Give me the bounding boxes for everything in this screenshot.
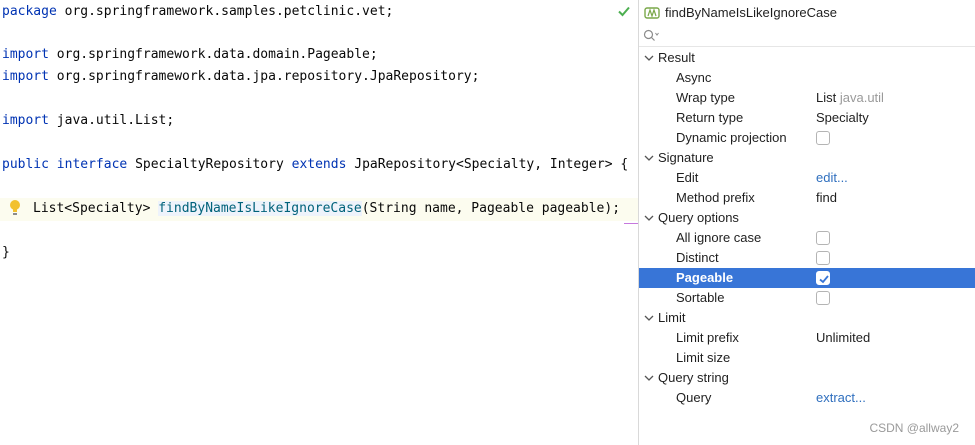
section-query-string[interactable]: Query string: [639, 368, 975, 388]
section-label: Query string: [658, 370, 729, 385]
keyword-public: public: [2, 157, 49, 172]
search-bar[interactable]: [639, 25, 975, 47]
inspection-ok-icon[interactable]: [617, 4, 631, 18]
property-label: Dynamic projection: [676, 130, 787, 145]
checkmark-icon: [819, 275, 829, 284]
section-label: Query options: [658, 210, 739, 225]
keyword-interface: interface: [56, 157, 128, 172]
property-label: Wrap type: [676, 90, 736, 105]
section-result[interactable]: Result: [639, 48, 975, 68]
return-type-value[interactable]: Specialty: [816, 108, 869, 128]
keyword-import: import: [2, 47, 49, 62]
property-label: Distinct: [676, 250, 719, 265]
keyword-package: package: [2, 4, 57, 19]
limit-prefix-value[interactable]: Unlimited: [816, 328, 870, 348]
panel-title: findByNameIsLikeIgnoreCase: [665, 5, 837, 20]
interface-parent: JpaRepository<Specialty, Integer> {: [346, 157, 629, 172]
distinct-checkbox[interactable]: [816, 251, 830, 265]
property-edit[interactable]: Edit edit...: [639, 168, 975, 188]
error-stripe-mark: [624, 223, 638, 224]
all-ignore-case-checkbox[interactable]: [816, 231, 830, 245]
method-prefix-value[interactable]: find: [816, 188, 837, 208]
property-label: Limit size: [676, 350, 731, 365]
keyword-import: import: [2, 113, 49, 128]
property-label: Query: [676, 390, 712, 405]
code-line-import-list[interactable]: import java.util.List;: [2, 110, 174, 132]
method-params: (String name, Pageable pageable);: [361, 201, 621, 216]
intention-bulb-icon[interactable]: [9, 199, 21, 217]
section-label: Limit: [658, 310, 686, 325]
property-all-ignore-case[interactable]: All ignore case: [639, 228, 975, 248]
method-properties-panel: findByNameIsLikeIgnoreCase Result Async …: [638, 0, 975, 445]
search-input[interactable]: [663, 26, 963, 45]
property-limit-size[interactable]: Limit size: [639, 348, 975, 368]
property-limit-prefix[interactable]: Limit prefix Unlimited: [639, 328, 975, 348]
property-return-type[interactable]: Return type Specialty: [639, 108, 975, 128]
code-line-package[interactable]: package org.springframework.samples.petc…: [2, 1, 393, 23]
property-value[interactable]: List java.util: [816, 88, 884, 108]
property-label: Pageable: [676, 270, 734, 285]
section-query-options[interactable]: Query options: [639, 208, 975, 228]
section-label: Signature: [658, 150, 714, 165]
edit-link[interactable]: edit...: [816, 168, 848, 188]
property-label: All ignore case: [676, 230, 762, 245]
property-tree[interactable]: Result Async Wrap type List java.util Re…: [639, 48, 975, 408]
method-icon: [644, 6, 660, 19]
property-label: Async: [676, 70, 712, 85]
keyword-import: import: [2, 69, 49, 84]
property-distinct[interactable]: Distinct: [639, 248, 975, 268]
property-label: Method prefix: [676, 190, 755, 205]
property-label: Sortable: [676, 290, 725, 305]
keyword-extends: extends: [291, 157, 347, 172]
property-label: Return type: [676, 110, 744, 125]
wrap-type-package: java.util: [839, 90, 884, 105]
chevron-down-icon[interactable]: [644, 53, 654, 63]
chevron-down-icon[interactable]: [644, 153, 654, 163]
sortable-checkbox[interactable]: [816, 291, 830, 305]
dynamic-projection-checkbox[interactable]: [816, 131, 830, 145]
property-method-prefix[interactable]: Method prefix find: [639, 188, 975, 208]
panel-header: findByNameIsLikeIgnoreCase: [639, 0, 975, 25]
pageable-checkbox[interactable]: [816, 271, 830, 285]
section-limit[interactable]: Limit: [639, 308, 975, 328]
chevron-down-icon[interactable]: [644, 373, 654, 383]
code-line-import-jparepository[interactable]: import org.springframework.data.jpa.repo…: [2, 66, 479, 88]
watermark: CSDN @allway2: [869, 421, 959, 435]
code-editor[interactable]: package org.springframework.samples.petc…: [0, 0, 638, 445]
closing-brace: }: [2, 245, 10, 260]
property-label: Limit prefix: [676, 330, 739, 345]
code-line-interface-decl[interactable]: public interface SpecialtyRepository ext…: [2, 154, 628, 176]
chevron-down-icon[interactable]: [644, 313, 654, 323]
code-line-closing-brace[interactable]: }: [2, 242, 10, 264]
import-path: org.springframework.data.domain.Pageable…: [48, 47, 378, 62]
section-signature[interactable]: Signature: [639, 148, 975, 168]
return-type: List<Specialty>: [33, 201, 159, 216]
chevron-down-icon[interactable]: [644, 213, 654, 223]
property-wrap-type[interactable]: Wrap type List java.util: [639, 88, 975, 108]
property-dynamic-projection[interactable]: Dynamic projection: [639, 128, 975, 148]
search-icon[interactable]: [643, 29, 659, 43]
extract-link[interactable]: extract...: [816, 388, 866, 408]
property-pageable[interactable]: Pageable: [639, 268, 975, 288]
import-path: org.springframework.data.jpa.repository.…: [48, 69, 480, 84]
package-name: org.springframework.samples.petclinic.ve…: [56, 4, 394, 19]
interface-name: SpecialtyRepository: [127, 157, 292, 172]
section-label: Result: [658, 50, 695, 65]
code-line-method-decl[interactable]: List<Specialty> findByNameIsLikeIgnoreCa…: [33, 198, 620, 220]
property-sortable[interactable]: Sortable: [639, 288, 975, 308]
method-name[interactable]: findByNameIsLikeIgnoreCase: [158, 201, 362, 216]
property-query[interactable]: Query extract...: [639, 388, 975, 408]
code-line-import-pageable[interactable]: import org.springframework.data.domain.P…: [2, 44, 378, 66]
property-async[interactable]: Async: [639, 68, 975, 88]
property-label: Edit: [676, 170, 699, 185]
wrap-type-value: List: [816, 90, 837, 105]
import-path: java.util.List;: [48, 113, 175, 128]
